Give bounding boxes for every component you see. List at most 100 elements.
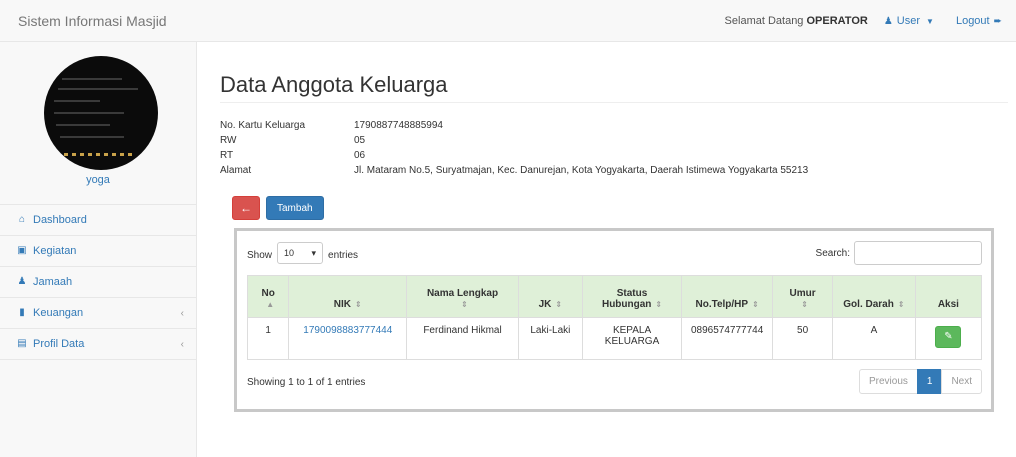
chevron-left-icon: ‹ <box>180 307 184 319</box>
family-info: No. Kartu Keluarga 1790887748885994 RW 0… <box>220 120 808 180</box>
chevron-down-icon: ▾ <box>311 247 317 258</box>
column-header-umur[interactable]: Umur ⇕ <box>772 275 834 318</box>
sidebar-item-label: Dashboard <box>33 214 87 226</box>
sidebar-item-keuangan[interactable]: ▮ Keuangan ‹ <box>0 298 196 329</box>
info-label: Alamat <box>220 165 252 176</box>
sidebar-item-dashboard[interactable]: ⌂ Dashboard <box>0 205 196 236</box>
search-label: Search: <box>815 247 850 259</box>
edit-icon: ✎ <box>944 331 953 342</box>
sidebar-item-jamaah[interactable]: ♟ Jamaah <box>0 267 196 298</box>
back-button[interactable]: ← <box>232 196 260 220</box>
sort-icon: ⇕ <box>355 300 362 309</box>
main-content: Data Anggota Keluarga No. Kartu Keluarga… <box>198 42 1016 457</box>
info-label: RT <box>220 150 234 161</box>
profile-username[interactable]: yoga <box>0 174 196 186</box>
sort-asc-icon: ▲ <box>266 300 275 309</box>
table-header-row: No ▲ NIK ⇕ Nama Lengkap ⇕ JK ⇕ Status Hubung… <box>246 275 983 318</box>
sidebar-item-kegiatan[interactable]: ▣ Kegiatan <box>0 236 196 267</box>
sidebar: yoga ⌂ Dashboard ▣ Kegiatan ♟ Jamaah ▮ K… <box>0 42 197 457</box>
title-divider <box>220 102 1008 103</box>
sort-icon: ⇕ <box>752 300 759 309</box>
show-label: Show <box>247 250 273 261</box>
sort-icon: ⇕ <box>897 300 905 309</box>
entries-length-control: Show 10 ▾ entries <box>247 242 359 264</box>
table-panel: Show 10 ▾ entries Search: No ▲ NIK ⇕ Nama … <box>234 228 994 412</box>
info-label: No. Kartu Keluarga <box>220 120 306 131</box>
column-header-goldarah[interactable]: Gol. Darah ⇕ <box>832 275 916 318</box>
sort-icon: ⇕ <box>555 300 563 309</box>
top-navbar: Sistem Informasi Masjid Selamat Datang O… <box>0 0 1016 42</box>
info-row-rt: RT 06 <box>220 150 808 165</box>
search-control: Search: <box>816 241 982 265</box>
home-icon: ⌂ <box>18 214 26 225</box>
column-header-no[interactable]: No ▲ <box>246 275 290 318</box>
sign-out-icon: ➨ <box>993 15 1002 27</box>
table-controls: Show 10 ▾ entries Search: <box>247 241 982 267</box>
info-value: 1790887748885994 <box>354 120 443 131</box>
column-header-nama[interactable]: Nama Lengkap ⇕ <box>406 275 519 318</box>
sort-icon: ⇕ <box>461 300 468 309</box>
pagination-page-1[interactable]: 1 <box>916 369 943 394</box>
table-footer: Showing 1 to 1 of 1 entries Previous 1 N… <box>247 369 982 395</box>
cell-goldarah: A <box>832 317 916 360</box>
info-value: Jl. Mataram No.5, Suryatmajan, Kec. Danu… <box>354 165 809 176</box>
table-info-text: Showing 1 to 1 of 1 entries <box>247 377 366 388</box>
pagination-previous[interactable]: Previous <box>858 369 918 394</box>
app-brand[interactable]: Sistem Informasi Masjid <box>18 13 167 29</box>
column-header-status[interactable]: Status Hubungan ⇕ <box>581 275 683 318</box>
search-input[interactable] <box>854 241 982 265</box>
arrow-left-icon: ← <box>240 201 252 215</box>
cell-status: KEPALA KELUARGA <box>581 317 683 360</box>
cell-jk: Laki-Laki <box>517 317 583 360</box>
logout-label: Logout <box>955 15 990 27</box>
entries-select[interactable]: 10 ▾ <box>277 242 324 264</box>
sidebar-item-profil-data[interactable]: ▤ Profil Data ‹ <box>0 329 196 360</box>
cell-nama: Ferdinand Hikmal <box>406 317 519 360</box>
table-row: 1 1790098883777444 Ferdinand Hikmal Laki… <box>246 317 983 360</box>
chevron-left-icon: ‹ <box>180 338 184 350</box>
welcome-text: Selamat Datang OPERATOR <box>724 15 868 27</box>
info-row-kk: No. Kartu Keluarga 1790887748885994 <box>220 120 808 135</box>
edit-button[interactable]: ✎ <box>935 326 962 348</box>
sort-icon: ⇕ <box>655 300 663 309</box>
cell-umur: 50 <box>772 317 834 360</box>
sidebar-item-label: Keuangan <box>33 307 84 319</box>
add-member-button[interactable]: Tambah <box>266 196 324 220</box>
book-icon: ▮ <box>19 307 25 318</box>
pagination: Previous 1 Next <box>858 369 982 394</box>
cell-no: 1 <box>246 317 290 360</box>
sidebar-item-label: Profil Data <box>33 338 85 350</box>
info-label: RW <box>220 135 237 146</box>
entries-label: entries <box>328 250 359 261</box>
file-icon: ▤ <box>17 338 27 349</box>
logout-link[interactable]: Logout ➨ <box>956 15 1002 27</box>
page-title: Data Anggota Keluarga <box>220 72 448 97</box>
profile-section: yoga <box>0 42 196 205</box>
cell-nik-link[interactable]: 1790098883777444 <box>288 317 408 360</box>
info-value: 06 <box>354 150 366 161</box>
column-header-nik[interactable]: NIK ⇕ <box>288 275 408 318</box>
info-row-alamat: Alamat Jl. Mataram No.5, Suryatmajan, Ke… <box>220 165 808 180</box>
pagination-next[interactable]: Next <box>941 369 982 394</box>
sidebar-item-label: Kegiatan <box>33 245 77 257</box>
family-members-table: No ▲ NIK ⇕ Nama Lengkap ⇕ JK ⇕ Status Hubung… <box>246 275 983 360</box>
calendar-icon: ▣ <box>17 245 27 256</box>
sidebar-item-label: Jamaah <box>33 276 73 288</box>
column-header-jk[interactable]: JK ⇕ <box>517 275 583 318</box>
user-menu-dropdown[interactable]: ♟ User ▼ <box>884 15 934 27</box>
info-row-rw: RW 05 <box>220 135 808 150</box>
users-icon: ♟ <box>17 276 27 287</box>
entries-select-value: 10 <box>284 248 295 258</box>
cell-aksi: ✎ <box>914 317 983 360</box>
column-header-aksi: Aksi <box>914 275 983 318</box>
caret-down-icon: ▼ <box>926 16 934 26</box>
navbar-right: Selamat Datang OPERATOR ♟ User ▼ Logout … <box>725 15 1002 27</box>
sidebar-menu: ⌂ Dashboard ▣ Kegiatan ♟ Jamaah ▮ Keuang… <box>0 205 196 360</box>
user-menu-label: User <box>896 15 921 27</box>
sort-icon: ⇕ <box>801 300 808 309</box>
column-header-telp[interactable]: No.Telp/HP ⇕ <box>681 275 774 318</box>
user-icon: ♟ <box>883 15 893 27</box>
action-buttons: ← Tambah <box>232 196 324 220</box>
welcome-user: OPERATOR <box>806 15 868 27</box>
cell-telp: 0896574777744 <box>681 317 774 360</box>
